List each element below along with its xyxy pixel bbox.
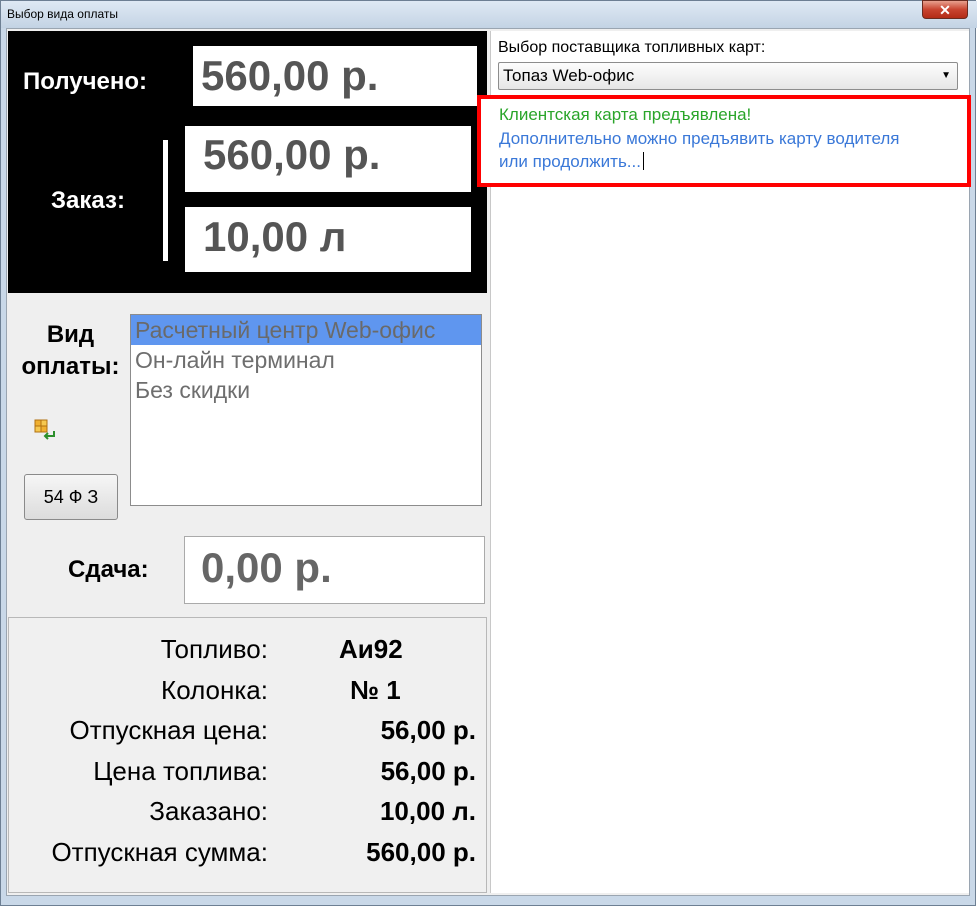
received-label: Получено: bbox=[23, 68, 148, 95]
detail-label: Цена топлива: bbox=[93, 756, 268, 786]
order-volume-field: 10,00 л bbox=[185, 207, 471, 272]
payment-type-list[interactable]: Расчетный центр Web-офис Он-лайн термина… bbox=[130, 314, 482, 506]
detail-label: Отпускная цена: bbox=[69, 715, 268, 745]
detail-value: № 1 bbox=[350, 675, 401, 705]
message-continue-line: или продолжить... bbox=[499, 152, 644, 172]
detail-row-pump: Колонка: № 1 bbox=[9, 675, 488, 715]
card-message-box: Клиентская карта предъявлена! Дополнител… bbox=[477, 95, 971, 187]
fz54-button[interactable]: 54 Ф З bbox=[24, 474, 118, 520]
payment-option-web-office[interactable]: Расчетный центр Web-офис bbox=[131, 315, 481, 345]
card-transfer-icon[interactable] bbox=[34, 419, 56, 441]
order-amount-field: 560,00 р. bbox=[185, 126, 471, 192]
detail-value: 560,00 р. bbox=[366, 837, 476, 867]
payment-type-label-line1: Вид bbox=[46, 321, 95, 348]
message-card-presented: Клиентская карта предъявлена! bbox=[499, 105, 752, 124]
detail-row-sale-sum: Отпускная сумма: 560,00 р. bbox=[9, 837, 488, 877]
supplier-select[interactable]: Топаз Web-офис ▼ bbox=[498, 62, 958, 90]
detail-row-fuel: Топливо: Аи92 bbox=[9, 634, 488, 674]
detail-label: Колонка: bbox=[161, 675, 268, 705]
detail-label: Отпускная сумма: bbox=[51, 837, 268, 867]
received-amount-field: 560,00 р. bbox=[193, 46, 477, 106]
order-bracket-divider bbox=[163, 140, 168, 261]
payment-option-no-discount[interactable]: Без скидки bbox=[131, 375, 481, 405]
payment-type-label-line2: оплаты: bbox=[21, 353, 120, 380]
window-title: Выбор вида оплаты bbox=[7, 7, 118, 21]
title-bar: Выбор вида оплаты ✕ bbox=[1, 0, 977, 28]
chevron-down-icon[interactable]: ▼ bbox=[941, 63, 951, 89]
message-driver-card-hint: Дополнительно можно предъявить карту вод… bbox=[499, 129, 900, 148]
detail-value: 56,00 р. bbox=[380, 715, 476, 745]
change-label: Сдача: bbox=[68, 556, 149, 583]
supplier-selected-value: Топаз Web-офис bbox=[503, 66, 635, 85]
fuel-card-supplier-pane: Выбор поставщика топливных карт: Топаз W… bbox=[477, 31, 971, 893]
detail-row-ordered: Заказано: 10,00 л. bbox=[9, 796, 488, 836]
detail-label: Топливо: bbox=[160, 634, 268, 664]
detail-value: 56,00 р. bbox=[380, 756, 476, 786]
fuel-details-panel: Топливо: Аи92 Колонка: № 1 Отпускная цен… bbox=[8, 617, 487, 893]
supplier-label: Выбор поставщика топливных карт: bbox=[498, 39, 766, 56]
payment-type-section: Вид оплаты: Расчетный центр Web-офис Он-… bbox=[8, 299, 487, 609]
detail-value: 10,00 л. bbox=[379, 796, 476, 826]
payment-dialog-window: Выбор вида оплаты ✕ Получено: 560,00 р. … bbox=[0, 0, 977, 906]
detail-row-sale-price: Отпускная цена: 56,00 р. bbox=[9, 715, 488, 755]
message-continue-text: или продолжить... bbox=[499, 152, 641, 171]
close-button[interactable]: ✕ bbox=[922, 0, 968, 19]
order-label: Заказ: bbox=[51, 187, 125, 214]
order-summary-panel: Получено: 560,00 р. Заказ: 560,00 р. 10,… bbox=[8, 31, 487, 293]
detail-label: Заказано: bbox=[149, 796, 268, 826]
dialog-client-area: Получено: 560,00 р. Заказ: 560,00 р. 10,… bbox=[6, 28, 971, 896]
detail-value: Аи92 bbox=[339, 634, 403, 664]
change-amount-field: 0,00 р. bbox=[184, 536, 485, 604]
text-caret bbox=[642, 152, 644, 170]
payment-option-online-terminal[interactable]: Он-лайн терминал bbox=[131, 345, 481, 375]
detail-row-fuel-price: Цена топлива: 56,00 р. bbox=[9, 756, 488, 796]
